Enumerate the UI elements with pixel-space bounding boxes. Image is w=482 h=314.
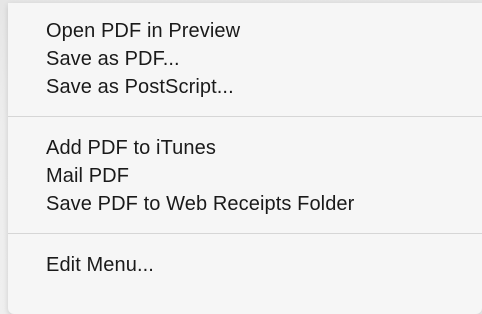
menu-item-mail-pdf[interactable]: Mail PDF xyxy=(8,162,482,190)
menu-item-open-pdf-in-preview[interactable]: Open PDF in Preview xyxy=(8,17,482,45)
menu-item-save-as-pdf[interactable]: Save as PDF... xyxy=(8,45,482,73)
menu-separator xyxy=(8,233,482,234)
menu-item-add-pdf-to-itunes[interactable]: Add PDF to iTunes xyxy=(8,134,482,162)
menu-item-save-pdf-to-web-receipts-folder[interactable]: Save PDF to Web Receipts Folder xyxy=(8,190,482,218)
menu-separator xyxy=(8,116,482,117)
menu-item-save-as-postscript[interactable]: Save as PostScript... xyxy=(8,73,482,101)
pdf-dropdown-menu: Open PDF in Preview Save as PDF... Save … xyxy=(8,3,482,314)
menu-item-edit-menu[interactable]: Edit Menu... xyxy=(8,251,482,279)
